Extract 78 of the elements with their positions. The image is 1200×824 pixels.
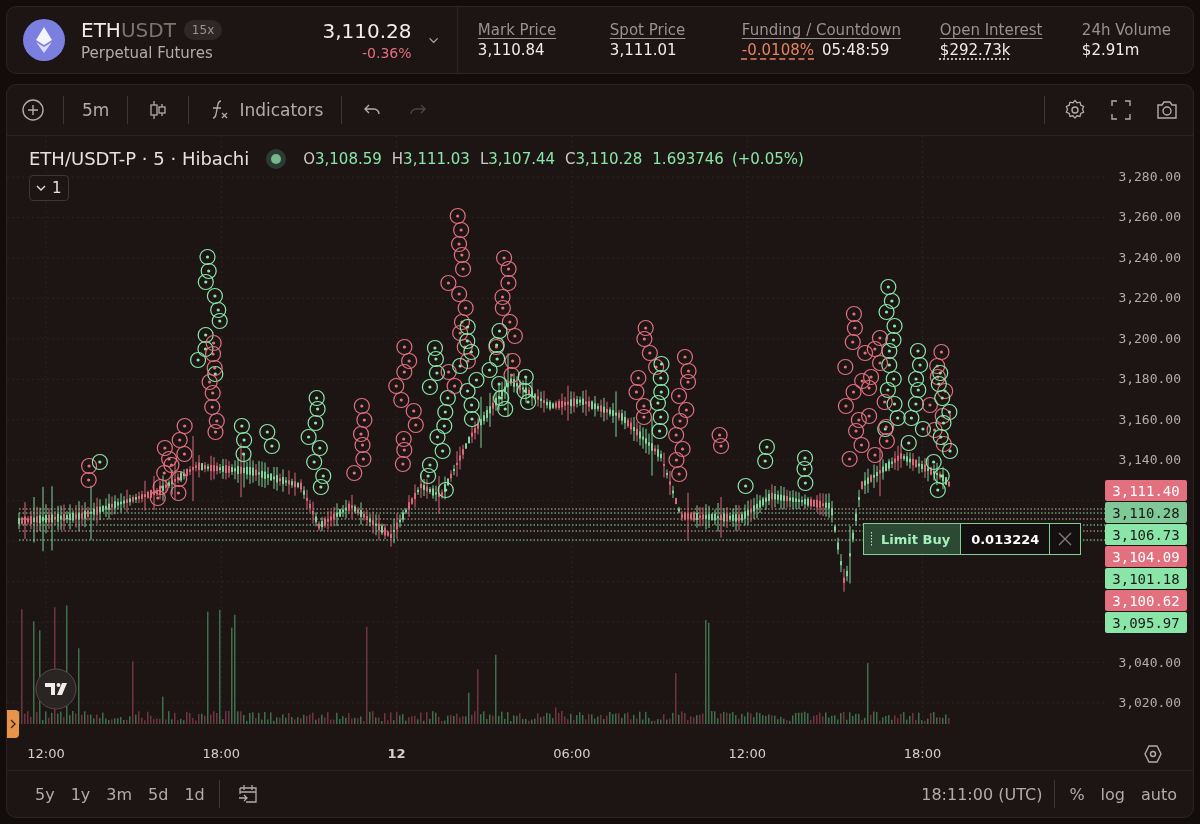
settings-icon[interactable] bbox=[1143, 744, 1163, 764]
scale-option[interactable]: auto bbox=[1139, 782, 1179, 806]
camera-icon bbox=[1155, 98, 1179, 122]
price-tag: 3,095.97 bbox=[1105, 612, 1187, 633]
collapse-button[interactable]: 1 bbox=[29, 175, 69, 201]
stat-value: 05:48:59 bbox=[822, 41, 890, 59]
scale-option[interactable]: % bbox=[1067, 782, 1087, 806]
stat-value: 3,111.01 bbox=[609, 41, 677, 59]
expand-tab[interactable] bbox=[7, 710, 19, 738]
price-axis-label: 3,020.00 bbox=[1118, 694, 1181, 710]
time-axis-label: 12:00 bbox=[27, 746, 65, 761]
stat-label: 24h Volume bbox=[1081, 21, 1171, 39]
price-axis-label: 3,200.00 bbox=[1118, 330, 1181, 346]
clock: 18:11:00 (UTC) bbox=[921, 784, 1043, 804]
ohlc-value: 3,108.59 bbox=[315, 149, 382, 168]
ohlc-key: O bbox=[303, 149, 315, 168]
drag-handle-icon[interactable] bbox=[870, 531, 873, 547]
volume-value: 1.693746 bbox=[652, 149, 724, 168]
price-axis-label: 3,160.00 bbox=[1118, 411, 1181, 427]
close-icon bbox=[1058, 532, 1073, 546]
ohlc-value: 3,111.03 bbox=[403, 149, 470, 168]
price-tag: 3,106.73 bbox=[1105, 524, 1187, 545]
stat-label: Funding / Countdown bbox=[741, 21, 902, 39]
range-button[interactable]: 3m bbox=[104, 782, 135, 806]
stat-value: $2.91m bbox=[1081, 41, 1140, 59]
stat-label: Open Interest bbox=[939, 21, 1044, 39]
fullscreen-icon bbox=[1109, 98, 1133, 122]
quote-asset: USDT bbox=[120, 18, 176, 42]
stat-value: -0.0108% bbox=[741, 41, 814, 59]
leverage-badge: 15x bbox=[183, 20, 223, 40]
ohlc-key: C bbox=[565, 149, 576, 168]
range-button[interactable]: 1y bbox=[68, 782, 93, 806]
price-axis-label: 3,220.00 bbox=[1118, 290, 1181, 306]
price-tag: 3,100.62 bbox=[1105, 590, 1187, 611]
time-axis-label: 12 bbox=[387, 746, 406, 761]
price-tag: 3,110.28 bbox=[1105, 502, 1187, 523]
time-axis-label: 06:00 bbox=[553, 746, 591, 761]
gear-icon bbox=[1063, 98, 1087, 122]
stat-value: $292.73k bbox=[939, 41, 1011, 59]
ohlc-value: 3,110.28 bbox=[575, 149, 643, 168]
range-button[interactable]: 5y bbox=[33, 782, 57, 806]
stat-label: Mark Price bbox=[477, 21, 558, 39]
order-quantity: 0.013224 bbox=[961, 524, 1051, 554]
chevron-down-icon bbox=[36, 184, 46, 192]
close-button[interactable] bbox=[1050, 524, 1081, 554]
price-axis-label: 3,240.00 bbox=[1118, 249, 1181, 265]
time-axis-label: 12:00 bbox=[728, 746, 766, 761]
time-axis-label: 18:00 bbox=[202, 746, 241, 761]
price-tag: 3,104.09 bbox=[1105, 546, 1187, 567]
change-value: (+0.05%) bbox=[731, 149, 804, 168]
range-button[interactable]: 5d bbox=[146, 782, 171, 806]
stat-label: Spot Price bbox=[609, 21, 687, 39]
indicators-button[interactable]: Indicators bbox=[203, 94, 328, 126]
price-tag: 3,111.40 bbox=[1105, 480, 1187, 501]
time-axis-label: 18:00 bbox=[903, 746, 942, 761]
price-axis-label: 3,140.00 bbox=[1118, 452, 1181, 468]
order-label[interactable]: Limit Buy 0.013224 bbox=[863, 523, 1082, 555]
ohlc-key: H bbox=[391, 149, 404, 168]
ohlc-value: 3,107.44 bbox=[488, 149, 556, 168]
ethereum-logo-icon bbox=[23, 19, 65, 61]
price-axis-label: 3,040.00 bbox=[1118, 654, 1181, 670]
interval-button[interactable]: 5m bbox=[78, 96, 114, 124]
scale-option[interactable]: log bbox=[1098, 782, 1127, 806]
stat-value: 3,110.84 bbox=[477, 41, 545, 59]
tradingview-logo-icon[interactable] bbox=[35, 668, 77, 710]
base-asset: ETH bbox=[81, 18, 121, 42]
plus-icon bbox=[21, 98, 45, 122]
price-axis-label: 3,180.00 bbox=[1118, 371, 1181, 387]
last-price: 3,110.28 bbox=[322, 19, 412, 43]
contract-type: Perpetual Futures bbox=[81, 44, 214, 62]
price-axis-label: 3,280.00 bbox=[1118, 169, 1181, 184]
chevron-right-icon bbox=[10, 719, 16, 729]
symbol-title: ETH/USDT-P · 5 · Hibachi bbox=[29, 148, 250, 169]
price-axis-label: 3,260.00 bbox=[1118, 209, 1181, 225]
ohlc-key: L bbox=[479, 149, 489, 168]
price-change: -0.36% bbox=[362, 45, 412, 61]
price-tag: 3,101.18 bbox=[1105, 568, 1187, 589]
range-button[interactable]: 1d bbox=[182, 782, 207, 806]
